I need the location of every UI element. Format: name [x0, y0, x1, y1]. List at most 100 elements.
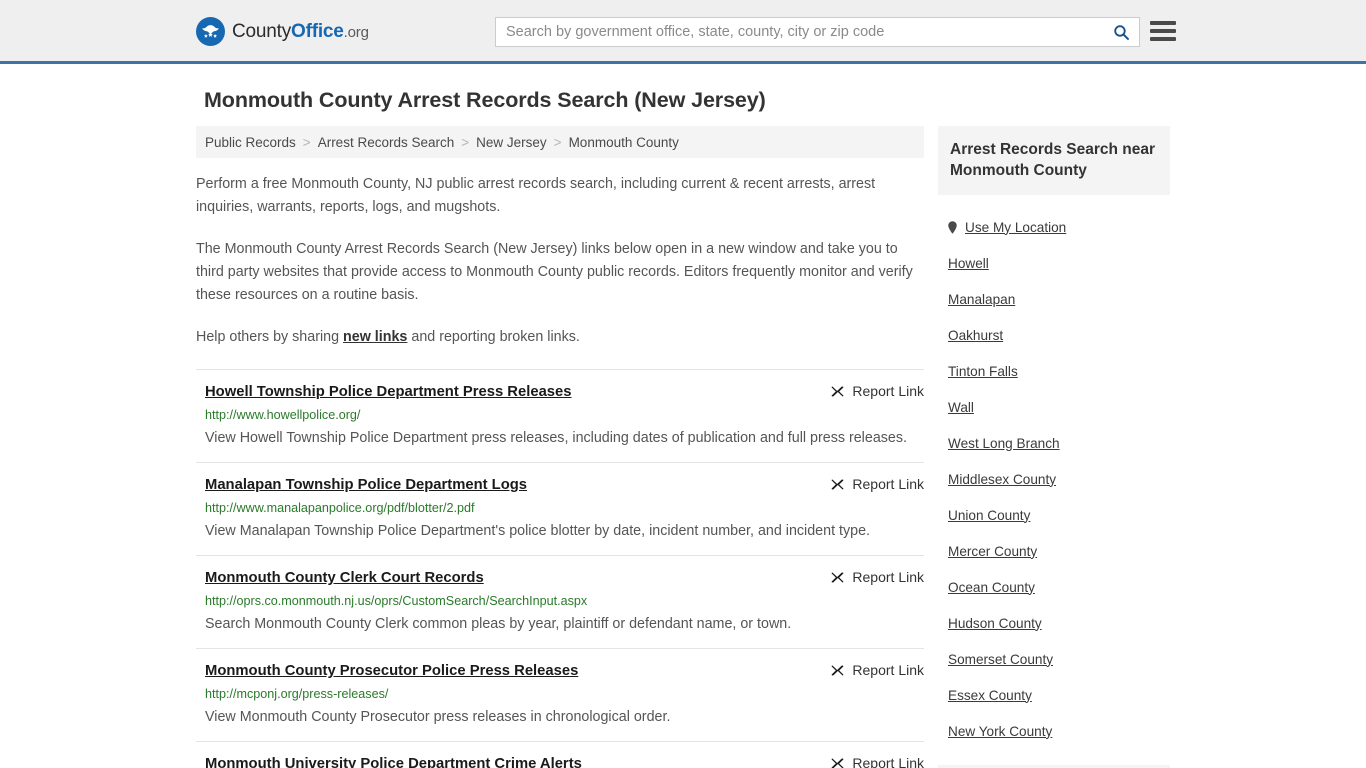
result-title-link[interactable]: Monmouth County Clerk Court Records	[205, 568, 498, 588]
result-title-link[interactable]: Monmouth University Police Department Cr…	[205, 754, 596, 768]
broken-link-icon	[832, 665, 844, 675]
hamburger-bar-3	[1150, 37, 1176, 41]
sidebar-item-hudson-county[interactable]: Hudson County	[938, 605, 1170, 641]
report-link-button[interactable]: Report Link	[830, 662, 924, 678]
place-link[interactable]: Somerset County	[948, 652, 1053, 667]
place-link[interactable]: Howell	[948, 256, 989, 271]
sidebar: Arrest Records Search near Monmouth Coun…	[938, 126, 1170, 768]
site-logo-text: CountyOffice.org	[232, 21, 369, 43]
result-header-row: Monmouth County Clerk Court Records Repo…	[205, 568, 924, 588]
breadcrumb-separator: >	[302, 134, 311, 150]
sidebar-item-oakhurst[interactable]: Oakhurst	[938, 317, 1170, 353]
sidebar-item-tinton-falls[interactable]: Tinton Falls	[938, 353, 1170, 389]
report-link-label: Report Link	[852, 755, 924, 768]
site-header: CountyOffice.org	[0, 0, 1366, 64]
result-description: View Monmouth County Prosecutor press re…	[205, 709, 671, 725]
use-my-location-label: Use My Location	[965, 219, 1067, 235]
result-title-link[interactable]: Manalapan Township Police Department Log…	[205, 475, 541, 495]
sidebar-item-west-long-branch[interactable]: West Long Branch	[938, 425, 1170, 461]
report-link-label: Report Link	[852, 383, 924, 399]
hamburger-bar-1	[1150, 21, 1176, 25]
search-input[interactable]	[496, 18, 1103, 46]
sidebar-near-heading: Arrest Records Search near Monmouth Coun…	[950, 141, 1156, 179]
result-url[interactable]: http://oprs.co.monmouth.nj.us/oprs/Custo…	[205, 593, 924, 610]
breadcrumb-separator: >	[461, 134, 470, 150]
place-link[interactable]: Wall	[948, 400, 974, 415]
breadcrumb-item-public-records[interactable]: Public Records	[205, 135, 296, 150]
place-link[interactable]: West Long Branch	[948, 436, 1060, 451]
result-header-row: Monmouth University Police Department Cr…	[205, 754, 924, 768]
sidebar-item-use-my-location[interactable]: Use My Location	[938, 209, 1170, 245]
result-header-row: Monmouth County Prosecutor Police Press …	[205, 661, 924, 681]
search-button[interactable]	[1103, 18, 1139, 46]
sidebar-item-mercer-county[interactable]: Mercer County	[938, 533, 1170, 569]
search-bar[interactable]	[495, 17, 1140, 47]
hamburger-bar-2	[1150, 29, 1176, 33]
breadcrumb-separator: >	[553, 134, 562, 150]
sidebar-item-union-county[interactable]: Union County	[938, 497, 1170, 533]
sidebar-near-heading-box: Arrest Records Search near Monmouth Coun…	[938, 126, 1170, 195]
broken-link-icon	[832, 479, 844, 489]
result-description: View Howell Township Police Department p…	[205, 430, 907, 446]
place-link[interactable]: New York County	[948, 724, 1052, 739]
page-title: Monmouth County Arrest Records Search (N…	[204, 88, 766, 112]
report-link-button[interactable]: Report Link	[830, 476, 924, 492]
report-link-button[interactable]: Report Link	[830, 383, 924, 399]
sidebar-item-essex-county[interactable]: Essex County	[938, 677, 1170, 713]
sidebar-item-ocean-county[interactable]: Ocean County	[938, 569, 1170, 605]
hamburger-menu-button[interactable]	[1150, 19, 1176, 43]
intro-paragraph-2: The Monmouth County Arrest Records Searc…	[196, 241, 913, 303]
brand-part-tld: .org	[343, 23, 369, 41]
search-icon	[1113, 24, 1129, 40]
site-logo-link[interactable]: CountyOffice.org	[196, 17, 369, 46]
result-title-link[interactable]: Howell Township Police Department Press …	[205, 382, 585, 402]
sidebar-item-new-york-county[interactable]: New York County	[938, 713, 1170, 749]
breadcrumb-item-new-jersey[interactable]: New Jersey	[476, 135, 547, 150]
sidebar-item-manalapan[interactable]: Manalapan	[938, 281, 1170, 317]
result-description: View Manalapan Township Police Departmen…	[205, 523, 871, 539]
sidebar-item-howell[interactable]: Howell	[938, 245, 1170, 281]
intro-paragraph-3: Help others by sharing new links and rep…	[196, 326, 924, 349]
report-link-label: Report Link	[852, 569, 924, 585]
result-item: Manalapan Township Police Department Log…	[196, 462, 924, 555]
place-link[interactable]: Middlesex County	[948, 472, 1056, 487]
breadcrumb-item-arrest-records-search[interactable]: Arrest Records Search	[318, 135, 455, 150]
sidebar-nearby-list: Use My Location Howell Manalapan Oakhurs…	[938, 195, 1170, 749]
place-link[interactable]: Hudson County	[948, 616, 1042, 631]
use-my-location-link[interactable]: Use My Location	[948, 220, 1066, 235]
new-links-link[interactable]: new links	[343, 329, 407, 345]
result-url[interactable]: http://www.howellpolice.org/	[205, 407, 924, 424]
place-link[interactable]: Manalapan	[948, 292, 1015, 307]
main-content-column: Public Records > Arrest Records Search >…	[196, 126, 924, 768]
result-item: Howell Township Police Department Press …	[196, 369, 924, 462]
place-link[interactable]: Mercer County	[948, 544, 1037, 559]
brand-part-office: Office	[291, 20, 344, 42]
result-item: Monmouth County Prosecutor Police Press …	[196, 648, 924, 741]
result-header-row: Manalapan Township Police Department Log…	[205, 475, 924, 495]
result-url[interactable]: http://www.manalapanpolice.org/pdf/blott…	[205, 500, 924, 517]
place-link[interactable]: Union County	[948, 508, 1030, 523]
result-description: Search Monmouth County Clerk common plea…	[205, 616, 792, 632]
sidebar-item-somerset-county[interactable]: Somerset County	[938, 641, 1170, 677]
place-link[interactable]: Tinton Falls	[948, 364, 1018, 379]
report-link-label: Report Link	[852, 662, 924, 678]
place-link[interactable]: Oakhurst	[948, 328, 1003, 343]
sidebar-item-middlesex-county[interactable]: Middlesex County	[938, 461, 1170, 497]
intro-3-before: Help others by sharing	[196, 329, 344, 345]
result-title-link[interactable]: Monmouth County Prosecutor Police Press …	[205, 661, 592, 681]
result-item: Monmouth University Police Department Cr…	[196, 741, 924, 768]
sidebar-item-wall[interactable]: Wall	[938, 389, 1170, 425]
report-link-button[interactable]: Report Link	[830, 755, 924, 768]
intro-paragraph-1: Perform a free Monmouth County, NJ publi…	[196, 176, 876, 215]
place-link[interactable]: Ocean County	[948, 580, 1035, 595]
intro-3-after: and reporting broken links.	[407, 329, 580, 345]
result-url[interactable]: http://mcponj.org/press-releases/	[205, 686, 924, 703]
report-link-button[interactable]: Report Link	[830, 569, 924, 585]
result-item: Monmouth County Clerk Court Records Repo…	[196, 555, 924, 648]
report-link-label: Report Link	[852, 476, 924, 492]
brand-part-county: County	[232, 20, 292, 42]
broken-link-icon	[832, 386, 844, 396]
broken-link-icon	[832, 572, 844, 582]
place-link[interactable]: Essex County	[948, 688, 1032, 703]
results-list: Howell Township Police Department Press …	[196, 369, 924, 768]
